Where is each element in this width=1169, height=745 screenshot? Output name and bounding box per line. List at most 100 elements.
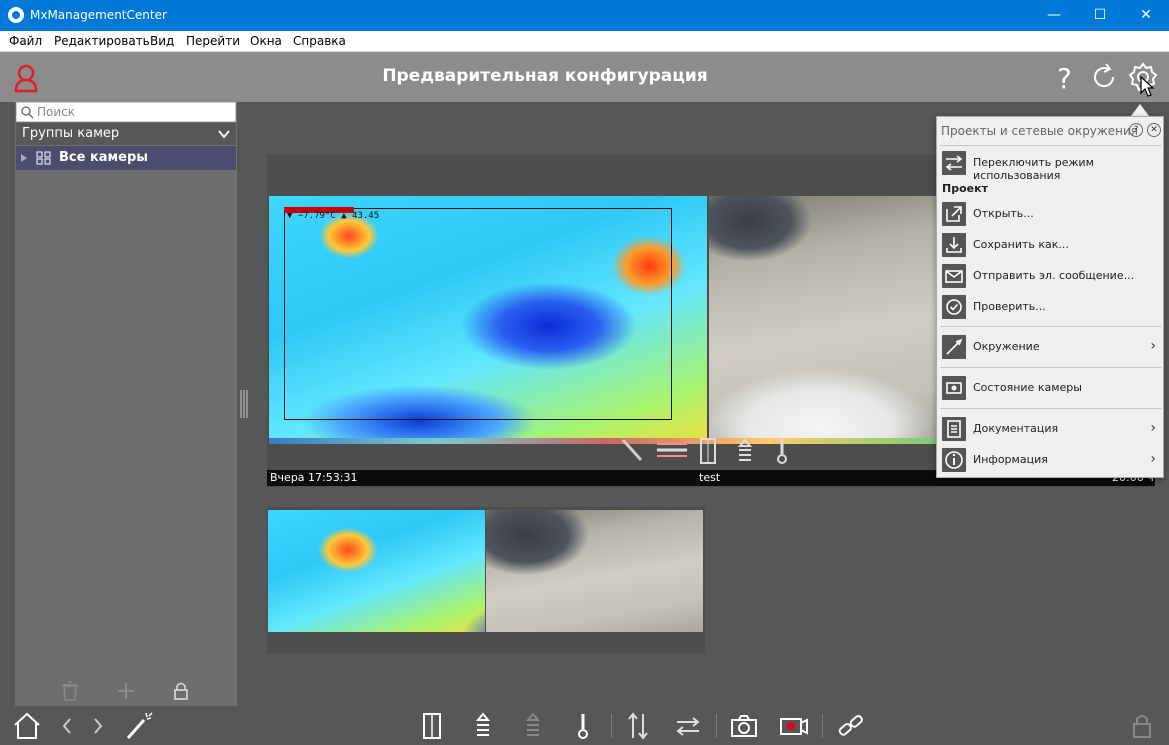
camera-name-label: test [699,471,721,484]
home-icon[interactable] [12,711,42,741]
link-chain-icon[interactable] [836,711,866,741]
light-off-icon[interactable] [520,711,550,741]
sidebar-footer [15,677,237,707]
switch-mode-icon [942,151,966,175]
menu-item-open[interactable]: Открыть... [940,200,1162,228]
refresh-icon[interactable] [1088,61,1120,93]
popup-pointer [1131,104,1149,116]
menu-bar: Файл Редактировать Вид Перейти Окна Спра… [0,31,1169,52]
bottom-toolbar [0,706,1169,745]
envelope-icon [942,264,966,288]
menu-item-camera-state[interactable]: Состояние камеры [940,374,1162,402]
back-arrow-icon[interactable] [56,711,86,741]
svg-text:?: ? [1057,62,1072,93]
help-icon[interactable]: ? [1048,61,1080,93]
line-tool-icon[interactable] [621,438,643,462]
menu-item-send-email[interactable]: Отправить эл. сообщение... [940,262,1162,290]
up-down-arrows-icon[interactable] [624,711,654,741]
grid-view-icon [36,151,51,165]
door-icon[interactable] [700,438,716,464]
optical-camera-image[interactable] [709,196,939,444]
thermal-camera-image[interactable]: ▼ −7.79°C ▲ 43.45 [269,196,707,444]
camera-state-icon [942,376,966,400]
menu-edit[interactable]: Редактировать [54,34,150,48]
forward-arrow-icon[interactable] [85,711,115,741]
popup-close-icon[interactable]: ✕ [1147,123,1161,137]
camera-sidebar: Поиск Группы камер Все камеры [15,102,237,706]
info-icon [942,448,966,472]
delete-trash-icon[interactable] [61,681,79,701]
close-button[interactable]: ✕ [1123,0,1169,31]
snapshot-camera-icon[interactable] [729,711,759,741]
menu-item-switch-mode[interactable]: Переключить режим использования [940,149,1162,182]
tree-item-all-cameras[interactable]: Все камеры [16,146,236,170]
thumbnail-optical[interactable] [486,510,703,632]
open-external-icon [942,202,966,226]
menu-go[interactable]: Перейти [186,34,240,48]
camera-groups-label: Группы камер [22,126,120,141]
chevron-down-icon [218,130,230,139]
app-window: MxManagementCenter — ☐ ✕ Файл Редактиров… [0,0,1169,745]
menu-item-save-as[interactable]: Сохранить как... [940,231,1162,259]
download-save-icon [942,233,966,257]
sidebar-splitter-handle[interactable] [239,390,249,418]
document-icon [942,417,966,441]
search-field[interactable]: Поиск [16,102,236,122]
section-project: Проект [942,182,988,195]
menu-help[interactable]: Справка [293,34,346,48]
checkmark-circle-icon [942,295,966,319]
search-placeholder: Поиск [37,105,76,119]
divider [940,367,1162,368]
maximize-button[interactable]: ☐ [1077,0,1123,31]
add-plus-icon[interactable] [116,681,136,701]
header-bar: Предварительная конфигурация ? [0,52,1169,102]
page-title: Предварительная конфигурация [382,66,708,86]
pir-tool-icon[interactable] [657,443,687,457]
divider [940,408,1162,409]
window-title: MxManagementCenter [30,8,167,22]
recording-timestamp: Вчера 17:53:31 [270,471,358,484]
camera-groups-dropdown[interactable]: Группы камер [16,123,236,145]
thumbnail-thermal[interactable] [268,510,485,632]
menu-file[interactable]: Файл [9,34,42,48]
chevron-right-icon: › [1150,338,1156,354]
layout-lock-icon[interactable] [1128,711,1158,741]
toolbar-divider [716,714,717,738]
menu-item-documentation[interactable]: Документация › [940,415,1162,443]
divider [940,145,1162,146]
chevron-right-icon: › [1150,420,1156,436]
projects-popup-menu: Проекты и сетевые окружения ? ✕ Переключ… [936,116,1164,478]
compass-icon [942,335,966,359]
thermometer-control-icon[interactable] [570,711,600,741]
popup-title: Проекты и сетевые окружения [941,124,1138,138]
popup-help-icon[interactable]: ? [1129,123,1143,137]
menu-item-check[interactable]: Проверить... [940,293,1162,321]
camera-overlay-toolbar [621,438,787,464]
toolbar-divider [611,714,612,738]
switch-arrows-icon[interactable] [673,711,703,741]
title-bar: MxManagementCenter — ☐ ✕ [0,0,1169,31]
menu-view[interactable]: Вид [150,34,174,48]
light-control-icon[interactable] [470,711,500,741]
minimize-button[interactable]: — [1031,0,1077,31]
door-control-icon[interactable] [418,711,448,741]
thermal-temp-overlay: ▼ −7.79°C ▲ 43.45 [287,211,380,221]
timeline-strip[interactable] [269,438,939,444]
all-cameras-label: Все камеры [59,150,149,165]
magic-wand-icon[interactable] [124,711,154,741]
app-logo-icon [8,7,24,23]
menu-item-environment[interactable]: Окружение › [940,333,1162,361]
light-icon[interactable] [737,438,753,461]
divider [940,326,1162,327]
menu-windows[interactable]: Окна [250,34,282,48]
camera-thumbnails [267,507,705,653]
lock-icon[interactable] [173,681,189,701]
thermal-measure-window [284,208,672,420]
record-video-icon[interactable] [779,711,809,741]
chevron-right-icon: › [1150,451,1156,467]
mouse-cursor-icon [1140,76,1155,97]
thermometer-icon[interactable] [777,439,787,464]
search-icon [21,106,34,119]
menu-item-information[interactable]: Информация › [940,446,1162,474]
expand-arrow-icon[interactable] [20,153,28,163]
